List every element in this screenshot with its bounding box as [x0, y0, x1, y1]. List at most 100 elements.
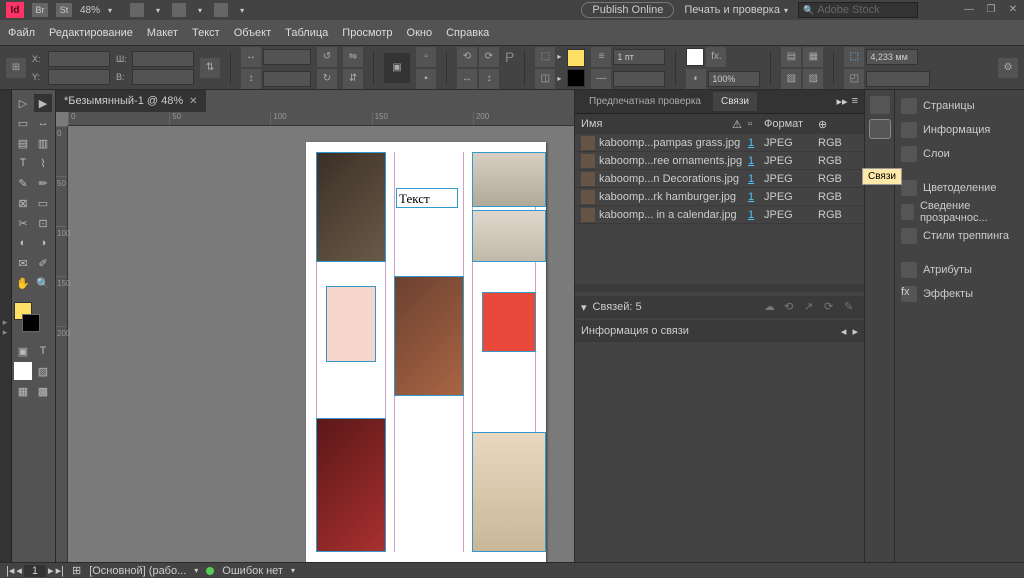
apply-gradient-icon[interactable]: ▨: [34, 362, 52, 380]
format-container-icon[interactable]: ▣: [14, 342, 32, 360]
menu-type[interactable]: Текст: [192, 27, 220, 39]
fx-icon[interactable]: fx.: [706, 47, 726, 67]
image-frame-8[interactable]: [472, 432, 546, 552]
preflight-status[interactable]: Ошибок нет: [222, 565, 283, 577]
panel-trap-styles[interactable]: Стили треппинга: [895, 224, 1024, 248]
arrange-dropdown[interactable]: ▾: [156, 6, 160, 15]
w-input[interactable]: [132, 51, 194, 67]
corner-shape-input[interactable]: [866, 71, 930, 87]
publish-online-button[interactable]: Publish Online: [581, 2, 674, 18]
image-frame-2[interactable]: [472, 152, 546, 207]
scale-y-input[interactable]: [263, 71, 311, 87]
pencil-tool[interactable]: ✏: [34, 174, 52, 192]
fill-icon[interactable]: ⬚: [535, 47, 555, 67]
panel-pages[interactable]: Страницы: [895, 94, 1024, 118]
gradient-feather-tool[interactable]: ◑: [34, 234, 52, 252]
menu-help[interactable]: Справка: [446, 27, 489, 39]
hand-tool[interactable]: ✋: [14, 274, 32, 292]
image-frame-1[interactable]: [316, 152, 386, 262]
corner-shape-icon[interactable]: ◰: [844, 69, 864, 89]
scissors-tool[interactable]: ✂: [14, 214, 32, 232]
rect-frame-tool[interactable]: ⊠: [14, 194, 32, 212]
screen-dropdown[interactable]: ▾: [198, 6, 202, 15]
stroke-swatch[interactable]: [567, 69, 585, 87]
doc-close-icon[interactable]: ✕: [189, 96, 197, 107]
selection-tool[interactable]: ▷: [14, 94, 32, 112]
page-tool[interactable]: ▭: [14, 114, 32, 132]
menu-view[interactable]: Просмотр: [342, 27, 392, 39]
col-page-icon[interactable]: ▫: [748, 118, 760, 130]
content-placer-tool[interactable]: ▥: [34, 134, 52, 152]
link-row[interactable]: kaboomp...rk hamburger.jpg1JPEGRGB: [575, 188, 864, 206]
cc-libraries-icon[interactable]: [870, 96, 890, 114]
screen-mode-icon[interactable]: [172, 3, 186, 17]
col-name[interactable]: Имя: [581, 118, 728, 130]
constrain-icon[interactable]: ⇅: [200, 58, 220, 78]
view-opts-icon[interactable]: [214, 3, 228, 17]
scale-x-input[interactable]: [263, 49, 311, 65]
eyedropper-tool[interactable]: ✐: [34, 254, 52, 272]
format-text-icon[interactable]: T: [34, 342, 52, 360]
adobe-stock-search[interactable]: 🔍 Adobe Stock: [798, 2, 918, 18]
page-navigator[interactable]: |◂ ◂ 1 ▸ ▸|: [6, 564, 64, 577]
text-wrap-jump-icon[interactable]: ▨: [803, 69, 823, 89]
app-badge-br[interactable]: Br: [32, 3, 48, 17]
menu-file[interactable]: Файл: [8, 27, 35, 39]
zoom-level[interactable]: 48%: [80, 5, 100, 16]
preview-view-icon[interactable]: ▩: [34, 382, 52, 400]
zoom-dropdown-icon[interactable]: ▾: [108, 6, 112, 15]
panel-flattener[interactable]: Сведение прозрачнос...: [895, 200, 1024, 224]
text-frame[interactable]: Текст: [396, 188, 458, 208]
edit-original-icon[interactable]: ✎: [844, 300, 858, 314]
select-container-icon[interactable]: ▪: [416, 69, 436, 89]
tab-links[interactable]: Связи: [713, 92, 757, 111]
opacity-input[interactable]: 100%: [708, 71, 760, 87]
rotate-ccw-icon[interactable]: ↺: [317, 47, 337, 67]
image-frame-6[interactable]: [482, 292, 536, 352]
link-prev-icon[interactable]: ◂: [841, 326, 847, 338]
stroke-weight-input[interactable]: 1 пт: [613, 49, 665, 65]
normal-view-icon[interactable]: ▦: [14, 382, 32, 400]
col-colorspace-icon[interactable]: ⊕: [818, 118, 858, 131]
link-info-header[interactable]: Информация о связи ◂ ▸: [575, 320, 864, 342]
rotate-cw-icon[interactable]: ↻: [317, 69, 337, 89]
flip-horiz-icon[interactable]: ↔: [457, 69, 477, 89]
scale-x-icon[interactable]: ↔: [241, 47, 261, 67]
prev-page-icon[interactable]: ◂: [16, 564, 22, 577]
menu-edit[interactable]: Редактирование: [49, 27, 133, 39]
close-icon[interactable]: ✕: [1006, 2, 1020, 16]
app-badge-st[interactable]: St: [56, 3, 72, 17]
image-frame-4[interactable]: [326, 286, 376, 362]
print-preview-combo[interactable]: Печать и проверка ▾: [684, 4, 788, 16]
link-row[interactable]: kaboomp...n Decorations.jpg1JPEGRGB: [575, 170, 864, 188]
x-input[interactable]: [48, 51, 110, 67]
stroke-color-swatch[interactable]: [22, 314, 40, 332]
opacity-icon[interactable]: ◐: [686, 69, 706, 89]
link-row[interactable]: kaboomp... in a calendar.jpg1JPEGRGB: [575, 206, 864, 224]
corner-icon[interactable]: ⬚: [844, 47, 864, 67]
type-path-tool[interactable]: ⌇: [34, 154, 52, 172]
menu-window[interactable]: Окно: [407, 27, 433, 39]
flip-vert-icon[interactable]: ↕: [479, 69, 499, 89]
gap-tool[interactable]: ↔: [34, 114, 52, 132]
panel-collapse-icon[interactable]: ▸▸: [837, 95, 848, 108]
links-expand-icon[interactable]: ▾: [581, 301, 587, 314]
first-page-icon[interactable]: |◂: [6, 564, 14, 577]
opacity-swatch[interactable]: [686, 48, 704, 66]
arrange-icon[interactable]: [130, 3, 144, 17]
canvas-area[interactable]: 050100150200 050100150200 Текст: [56, 112, 574, 562]
link-next-icon[interactable]: ▸: [852, 326, 858, 338]
menu-object[interactable]: Объект: [234, 27, 271, 39]
link-row[interactable]: kaboomp...pampas grass.jpg1JPEGRGB: [575, 134, 864, 152]
h-input[interactable]: [132, 69, 194, 85]
minimize-icon[interactable]: —: [962, 2, 976, 16]
panel-info[interactable]: Информация: [895, 118, 1024, 142]
note-tool[interactable]: ✉: [14, 254, 32, 272]
direct-selection-tool[interactable]: ▶: [34, 94, 52, 112]
stroke-style-icon[interactable]: —: [591, 69, 611, 89]
rotate-90-ccw-icon[interactable]: ⟲: [457, 47, 477, 67]
rect-tool[interactable]: ▭: [34, 194, 52, 212]
links-dock-icon[interactable]: [870, 120, 890, 138]
open-nav-icon[interactable]: ⊞: [72, 564, 81, 577]
control-menu-icon[interactable]: ⚙: [998, 58, 1018, 78]
